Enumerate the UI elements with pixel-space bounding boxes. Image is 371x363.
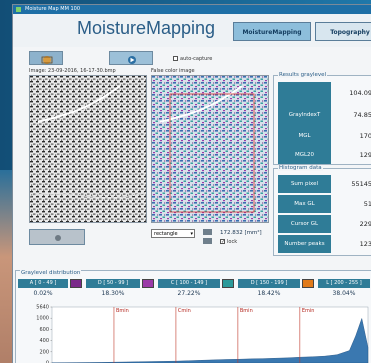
y-tick-label: 400 bbox=[39, 338, 49, 344]
lock-label: lock bbox=[227, 239, 238, 245]
play-button[interactable] bbox=[109, 51, 153, 65]
y-tick-label: 600 bbox=[39, 327, 49, 333]
bin-swatch-0 bbox=[70, 279, 82, 288]
bin-swatch-2 bbox=[222, 279, 234, 288]
bin-label-0: A [ 0 - 49 ] bbox=[18, 279, 68, 288]
histogram-data-panel: Histogram data Sum pixel 55145 Max GL 51… bbox=[273, 165, 371, 256]
result-value-3: 129 bbox=[359, 151, 371, 159]
bin-label-3: D [ 150 - 199 ] bbox=[238, 279, 300, 288]
tab-topography[interactable]: Topography bbox=[315, 22, 371, 41]
hist-value-1: 51 bbox=[363, 200, 371, 208]
bin-pct-2: 27.22% bbox=[177, 290, 201, 297]
result-value-2: 170 bbox=[359, 132, 371, 140]
results-graylevel-title: Results graylevel bbox=[278, 72, 328, 78]
graylevel-distribution-panel: Graylevel distribution A [ 0 - 49 ] 0.02… bbox=[15, 270, 371, 363]
header: MoistureMapping MoistureMapping Topograp… bbox=[13, 14, 371, 47]
tab-moisture-mapping[interactable]: MoistureMapping bbox=[233, 22, 311, 41]
app-window: Moisture Map MM 100 MoistureMapping Mois… bbox=[12, 4, 371, 363]
y-tick-label: 200 bbox=[39, 349, 49, 355]
marker-label: Emin bbox=[302, 308, 315, 314]
record-icon bbox=[55, 235, 61, 241]
lock-checkbox[interactable]: ✓ lock bbox=[220, 239, 237, 245]
result-label-2: MGL bbox=[278, 125, 331, 147]
auto-capture-checkbox[interactable]: auto-capture bbox=[173, 56, 212, 62]
bin-swatch-1 bbox=[142, 279, 154, 288]
bin-pct-1: 18.30% bbox=[101, 290, 125, 297]
roi-shape-value: rectangle bbox=[154, 231, 178, 237]
hist-value-0: 55145 bbox=[351, 180, 371, 188]
record-button[interactable] bbox=[29, 229, 85, 245]
result-label-3: MGL20 bbox=[278, 146, 331, 164]
hist-label-0: Sum pixel bbox=[278, 175, 331, 193]
false-color-caption: False color image bbox=[151, 68, 195, 74]
plot-area bbox=[51, 306, 369, 363]
distribution-title: Graylevel distribution bbox=[20, 270, 82, 276]
hist-value-3: 123 bbox=[359, 240, 371, 248]
roi-shape-select[interactable]: rectangle ▾ bbox=[151, 229, 195, 238]
results-graylevel-panel: Results graylevel 104.09 GraylndexT 74.8… bbox=[273, 72, 371, 165]
marker-label: Bmin bbox=[116, 308, 129, 314]
image-caption: Image: 23-09-2016, 16-17-30.bmp bbox=[29, 68, 116, 74]
window-title: Moisture Map MM 100 bbox=[25, 6, 81, 12]
play-icon bbox=[128, 56, 136, 64]
hist-label-1: Max GL bbox=[278, 195, 331, 213]
bin-pct-3: 18.42% bbox=[257, 290, 281, 297]
histogram-data-title: Histogram data bbox=[278, 165, 323, 171]
marker-label: Bmin bbox=[240, 308, 253, 314]
lock-box: ✓ bbox=[220, 239, 226, 245]
hist-label-2: Cursor GL bbox=[278, 215, 331, 233]
camera-icon bbox=[41, 56, 53, 64]
result-value-1: 74.85 bbox=[353, 111, 371, 119]
bin-swatch-3 bbox=[302, 279, 314, 288]
result-label-0 bbox=[278, 82, 331, 104]
auto-capture-label: auto-capture bbox=[180, 56, 213, 62]
roi-tool-icon[interactable] bbox=[203, 229, 212, 235]
bin-pct-0: 0.02% bbox=[33, 290, 53, 297]
hist-value-2: 229 bbox=[359, 220, 371, 228]
result-value-0: 104.09 bbox=[349, 89, 371, 97]
app-title: MoistureMapping bbox=[77, 18, 216, 38]
camera-button[interactable] bbox=[29, 51, 63, 65]
y-tick-label: 1000 bbox=[36, 316, 49, 322]
hist-label-3: Number peaks bbox=[278, 235, 331, 253]
chevron-down-icon: ▾ bbox=[190, 231, 193, 237]
auto-capture-box bbox=[173, 56, 178, 61]
histogram-chart: 020040060010005640050100150200250BminCmi… bbox=[36, 305, 369, 363]
bin-label-4: L [ 200 - 255 ] bbox=[318, 279, 370, 288]
title-bar: Moisture Map MM 100 bbox=[13, 5, 371, 14]
result-label-1: GraylndexT bbox=[278, 104, 331, 126]
app-icon bbox=[16, 7, 21, 12]
grayscale-image bbox=[29, 75, 147, 223]
roi-tool-icon-2[interactable] bbox=[203, 238, 212, 244]
bin-pct-4: 38.04% bbox=[332, 290, 356, 297]
false-color-image bbox=[151, 75, 269, 223]
bin-label-1: D [ 50 - 99 ] bbox=[86, 279, 140, 288]
roi-area: 172.832 [mm²] bbox=[220, 230, 262, 236]
bin-label-2: C [ 100 - 149 ] bbox=[158, 279, 220, 288]
marker-label: Cmin bbox=[178, 308, 191, 314]
y-tick-label: 5640 bbox=[36, 305, 49, 311]
